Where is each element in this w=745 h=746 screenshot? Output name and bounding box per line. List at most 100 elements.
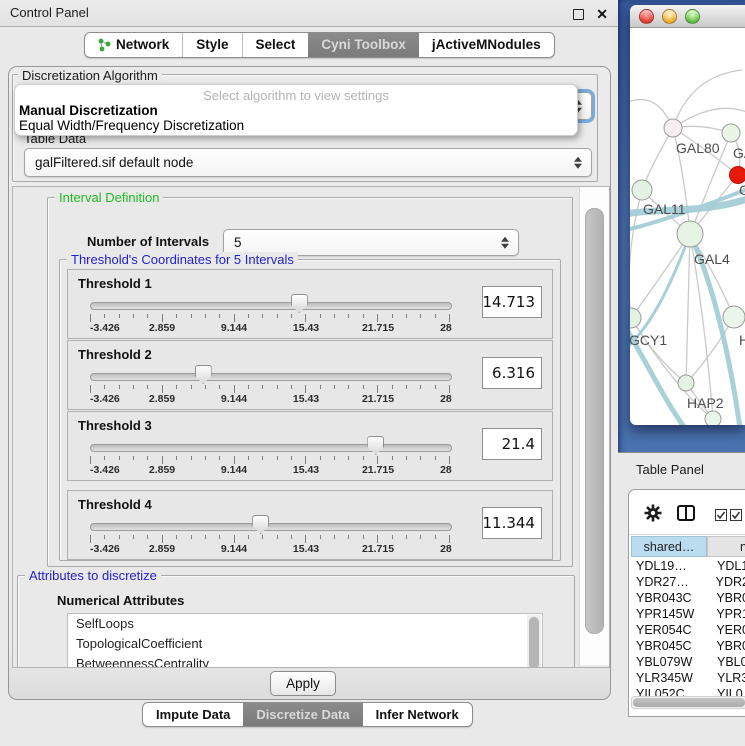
network-canvas[interactable]: GAL80 GA C GAL11 GAL4 GCY1 H HAP2: [630, 28, 745, 425]
tick-mark: [90, 535, 91, 543]
tab-infer-network[interactable]: Infer Network: [363, 703, 472, 726]
float-window-icon[interactable]: [573, 9, 584, 20]
threshold-1-slider-thumb[interactable]: [291, 294, 308, 313]
tab-cyni-toolbox[interactable]: Cyni Toolbox: [308, 33, 419, 57]
scrollbar-thumb[interactable]: [633, 698, 745, 707]
table-row[interactable]: YBL079WYBL0: [631, 654, 745, 670]
tick-mark: [320, 314, 321, 318]
threshold-4-slider-thumb[interactable]: [252, 515, 269, 534]
node-gal80[interactable]: [664, 119, 682, 137]
tab-impute-data[interactable]: Impute Data: [143, 703, 243, 726]
table-data-select[interactable]: galFiltered.sif default node: [24, 148, 592, 177]
network-icon: [98, 38, 111, 52]
threshold-3-value-field[interactable]: 21.4: [482, 428, 542, 460]
table-row[interactable]: YPR145WYPR1: [631, 606, 745, 622]
column-header-shared-name[interactable]: shared…: [631, 536, 707, 557]
tick-mark: [291, 535, 292, 539]
threshold-2-slider[interactable]: [90, 373, 452, 381]
tick-mark: [104, 535, 105, 539]
tick-mark: [162, 314, 163, 322]
tab-network[interactable]: Network: [85, 33, 182, 57]
tab-style[interactable]: Style: [182, 33, 241, 57]
node-gal11[interactable]: [632, 180, 652, 200]
table-row[interactable]: YBR045CYBR0: [631, 638, 745, 654]
dropdown-option-manual-discretization[interactable]: Manual Discretization: [19, 103, 158, 118]
node-label-gal11: GAL11: [643, 201, 686, 217]
node-gcy1[interactable]: [630, 308, 641, 328]
tick-mark: [191, 456, 192, 460]
table-row[interactable]: YDL19…YDL1: [631, 558, 745, 574]
threshold-4-value-field[interactable]: 11.344: [482, 507, 542, 539]
node-red-selected[interactable]: [730, 167, 745, 184]
node-h[interactable]: [723, 306, 745, 328]
tick-mark: [205, 385, 206, 389]
tab-select[interactable]: Select: [242, 33, 309, 57]
table-horizontal-scrollbar[interactable]: [631, 696, 745, 709]
list-item-betweennesscentrality[interactable]: BetweennessCentrality: [68, 654, 542, 668]
tick-mark: [248, 385, 249, 389]
gear-icon[interactable]: [643, 503, 663, 523]
tick-mark: [248, 456, 249, 460]
node-ga[interactable]: [722, 124, 740, 142]
tick-mark: [377, 314, 378, 322]
tick-mark: [133, 314, 134, 318]
checkbox-checked-icon[interactable]: [715, 509, 727, 521]
tick-mark: [176, 456, 177, 460]
tick-mark: [277, 456, 278, 460]
tick-mark: [348, 385, 349, 389]
tick-mark: [205, 314, 206, 318]
threshold-2-panel: Threshold 2 -3.426 2.859 9.144 15.43 21.…: [67, 340, 553, 410]
threshold-1-slider[interactable]: [90, 302, 452, 310]
node-hap2[interactable]: [678, 375, 694, 391]
tick-mark: [392, 456, 393, 460]
threshold-3-slider[interactable]: [90, 444, 452, 452]
tick-mark: [133, 385, 134, 389]
tick-mark: [147, 314, 148, 318]
tick-mark: [262, 456, 263, 460]
attributes-list-scrollbar[interactable]: [527, 615, 541, 668]
node-label-gcy1: GCY1: [630, 332, 667, 348]
tick-mark: [305, 535, 306, 543]
tick-mark: [449, 385, 450, 393]
close-traffic-light-icon[interactable]: [639, 9, 654, 24]
threshold-3-slider-thumb[interactable]: [367, 436, 384, 455]
threshold-2-value-field[interactable]: 6.316: [482, 357, 542, 389]
tab-discretize-data[interactable]: Discretize Data: [243, 703, 362, 726]
scrollbar-thumb[interactable]: [529, 617, 539, 668]
table-row[interactable]: YLR345WYLR3: [631, 670, 745, 686]
zoom-traffic-light-icon[interactable]: [685, 9, 700, 24]
table-row[interactable]: YDR27…YDR2: [631, 574, 745, 590]
column-header-name[interactable]: name: [707, 536, 745, 557]
network-view-window[interactable]: GAL80 GA C GAL11 GAL4 GCY1 H HAP2: [630, 5, 745, 425]
tick-mark: [392, 385, 393, 389]
close-icon[interactable]: ✕: [596, 1, 608, 27]
tick-mark: [348, 535, 349, 539]
list-item-selfloops[interactable]: SelfLoops: [68, 614, 542, 634]
settings-panel-scrollbar[interactable]: [579, 187, 609, 665]
apply-button[interactable]: Apply: [270, 671, 336, 696]
threshold-4-slider[interactable]: [90, 523, 452, 531]
tick-mark: [133, 456, 134, 460]
list-item-topologicalcoefficient[interactable]: TopologicalCoefficient: [68, 634, 542, 654]
dropdown-option-equal-width-frequency[interactable]: Equal Width/Frequency Discretization: [19, 118, 244, 133]
tick-mark: [219, 535, 220, 539]
threshold-1-value-field[interactable]: 14.713: [482, 286, 542, 318]
tab-jactivemnodules[interactable]: jActiveMNodules: [419, 33, 554, 57]
tick-mark: [234, 314, 235, 322]
tick-mark: [191, 314, 192, 318]
columns-icon[interactable]: [677, 505, 695, 521]
table-row[interactable]: YBR043CYBR0: [631, 590, 745, 606]
threshold-2-slider-thumb[interactable]: [195, 365, 212, 384]
tick-mark: [119, 456, 120, 460]
node-partial[interactable]: [705, 411, 721, 425]
minimize-traffic-light-icon[interactable]: [662, 9, 677, 24]
node-gal4[interactable]: [677, 221, 703, 247]
checkbox-checked-icon[interactable]: [730, 509, 742, 521]
network-window-titlebar[interactable]: [630, 5, 745, 28]
numerical-attributes-heading: Numerical Attributes: [57, 593, 184, 608]
tick-mark: [90, 456, 91, 464]
tick-mark: [291, 314, 292, 318]
scrollbar-thumb[interactable]: [585, 208, 604, 634]
table-row[interactable]: YER054CYER0: [631, 622, 745, 638]
tick-mark: [176, 385, 177, 389]
